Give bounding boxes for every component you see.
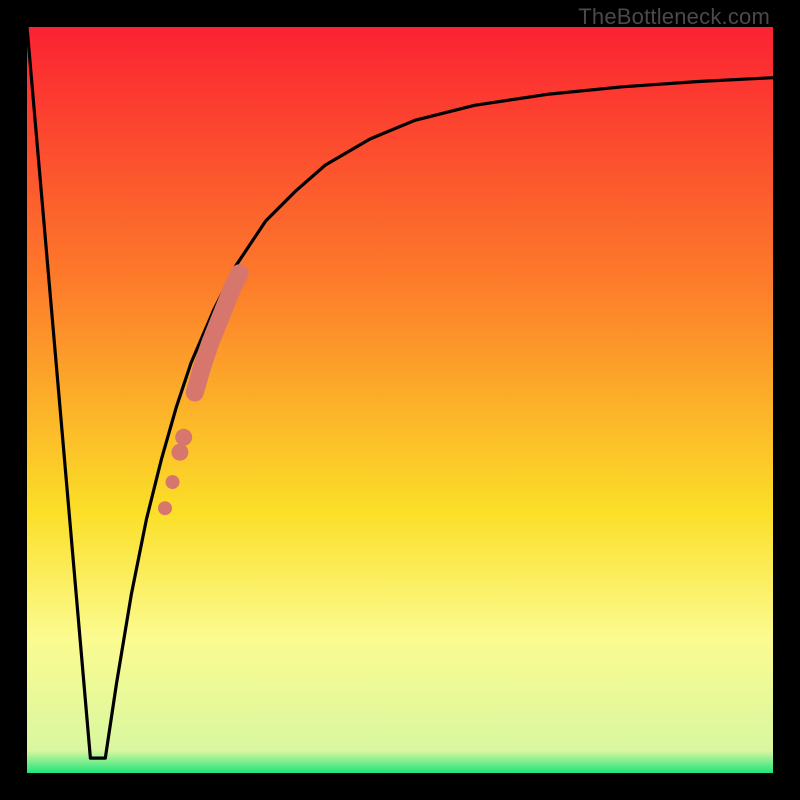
marker-dot [158,501,172,515]
marker-dot [175,429,192,446]
marker-dot [171,444,188,461]
plot-area [27,27,773,773]
marker-dot [166,475,180,489]
chart-frame: TheBottleneck.com [0,0,800,800]
gradient-background [27,27,773,773]
chart-svg [27,27,773,773]
